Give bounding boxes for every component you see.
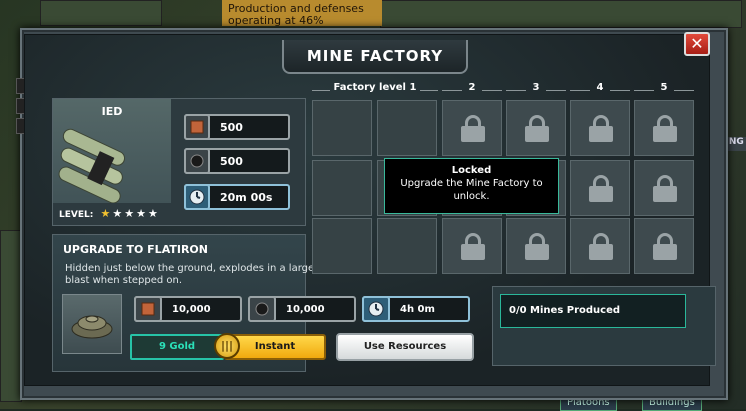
locked-slot[interactable] — [570, 218, 630, 274]
upgrade-time-value: 4h 0m — [400, 304, 435, 315]
item-name: IED — [101, 105, 123, 118]
header-divider — [546, 90, 566, 91]
oil-splat-icon — [184, 148, 210, 174]
column-header: 3 — [532, 82, 540, 93]
lock-icon — [525, 233, 549, 260]
header-divider — [570, 90, 590, 91]
background-building — [0, 230, 22, 402]
metal-cost-value: 500 — [220, 121, 243, 134]
item-level: LEVEL: ★★★★★ — [59, 207, 160, 220]
upgrade-description: Hidden just below the ground, explodes i… — [65, 263, 315, 286]
lock-icon — [653, 175, 677, 202]
close-button[interactable]: ✕ — [684, 32, 710, 56]
flatiron-icon — [71, 315, 113, 339]
instant-label: Instant — [254, 341, 296, 352]
lock-icon — [461, 233, 485, 260]
upgrade-oil-cost: 10,000 — [248, 296, 356, 322]
column-header: Factory level 1 — [333, 82, 417, 93]
oil-splat-icon — [248, 296, 276, 322]
locked-slot[interactable] — [634, 160, 694, 216]
locked-slot[interactable] — [506, 100, 566, 156]
mine-slot[interactable] — [312, 160, 372, 216]
header-divider — [634, 90, 654, 91]
background-building — [40, 0, 162, 26]
header-divider — [420, 90, 438, 91]
upgrade-metal-value: 10,000 — [172, 304, 211, 315]
locked-slot[interactable] — [634, 100, 694, 156]
upgrade-time: 4h 0m — [362, 296, 470, 322]
oil-cost-value: 500 — [220, 155, 243, 168]
lock-icon — [461, 115, 485, 142]
locked-slot[interactable] — [570, 100, 630, 156]
star-filled-icon: ★ — [100, 207, 113, 220]
mine-slot[interactable] — [312, 218, 372, 274]
mine-slot[interactable] — [377, 218, 437, 274]
column-header: 4 — [596, 82, 604, 93]
build-time-value: 20m 00s — [220, 191, 273, 204]
locked-slot[interactable] — [442, 100, 502, 156]
dialog-title-plate: MINE FACTORY — [282, 40, 468, 74]
banner-line: operating at 46% — [228, 14, 324, 27]
lock-icon — [589, 175, 613, 202]
use-resources-button[interactable]: Use Resources — [336, 333, 474, 361]
locked-tooltip: Locked Upgrade the Mine Factory to unloc… — [384, 158, 559, 214]
build-time: 20m 00s — [184, 184, 290, 210]
header-divider — [312, 90, 330, 91]
tooltip-title: Locked — [451, 165, 492, 176]
lock-icon — [653, 115, 677, 142]
header-divider — [674, 90, 694, 91]
locked-slot[interactable] — [506, 218, 566, 274]
metal-crate-icon — [184, 114, 210, 140]
star-empty-icon: ★ — [124, 207, 137, 220]
oil-cost: 500 — [184, 148, 290, 174]
header-divider — [482, 90, 502, 91]
locked-slot[interactable] — [442, 218, 502, 274]
star-empty-icon: ★ — [147, 207, 160, 220]
header-divider — [506, 90, 526, 91]
close-icon: ✕ — [690, 34, 704, 53]
lock-icon — [589, 115, 613, 142]
mine-slot[interactable] — [377, 100, 437, 156]
level-stars: ★★★★★ — [100, 207, 159, 220]
column-header: 2 — [468, 82, 476, 93]
gold-cost-badge: 9 Gold — [130, 334, 224, 360]
gold-coin-icon: ||| — [214, 333, 240, 359]
header-divider — [442, 90, 462, 91]
dialog-title: MINE FACTORY — [306, 47, 444, 65]
lock-icon — [653, 233, 677, 260]
header-divider — [610, 90, 630, 91]
mine-slot[interactable] — [312, 100, 372, 156]
column-header: 5 — [660, 82, 668, 93]
star-empty-icon: ★ — [112, 207, 125, 220]
flatiron-mine-image — [62, 294, 122, 354]
mines-produced-status: 0/0 Mines Produced — [500, 294, 686, 328]
locked-slot[interactable] — [570, 160, 630, 216]
locked-slot[interactable] — [634, 218, 694, 274]
upgrade-metal-cost: 10,000 — [134, 296, 242, 322]
background-building — [380, 0, 742, 28]
clock-icon — [362, 296, 390, 322]
tooltip-body: Upgrade the Mine Factory to unlock. — [400, 178, 543, 202]
lock-icon — [525, 115, 549, 142]
instant-upgrade-button[interactable]: ||| Instant — [214, 333, 326, 360]
upgrade-title: UPGRADE TO FLATIRON — [63, 243, 208, 256]
clock-icon — [184, 184, 210, 210]
metal-cost: 500 — [184, 114, 290, 140]
lock-icon — [589, 233, 613, 260]
level-label: LEVEL: — [59, 210, 94, 220]
upgrade-oil-value: 10,000 — [286, 304, 325, 315]
background-status-banner: Production and defenses operating at 46% — [222, 0, 382, 26]
star-empty-icon: ★ — [136, 207, 148, 220]
metal-crate-icon — [134, 296, 162, 322]
